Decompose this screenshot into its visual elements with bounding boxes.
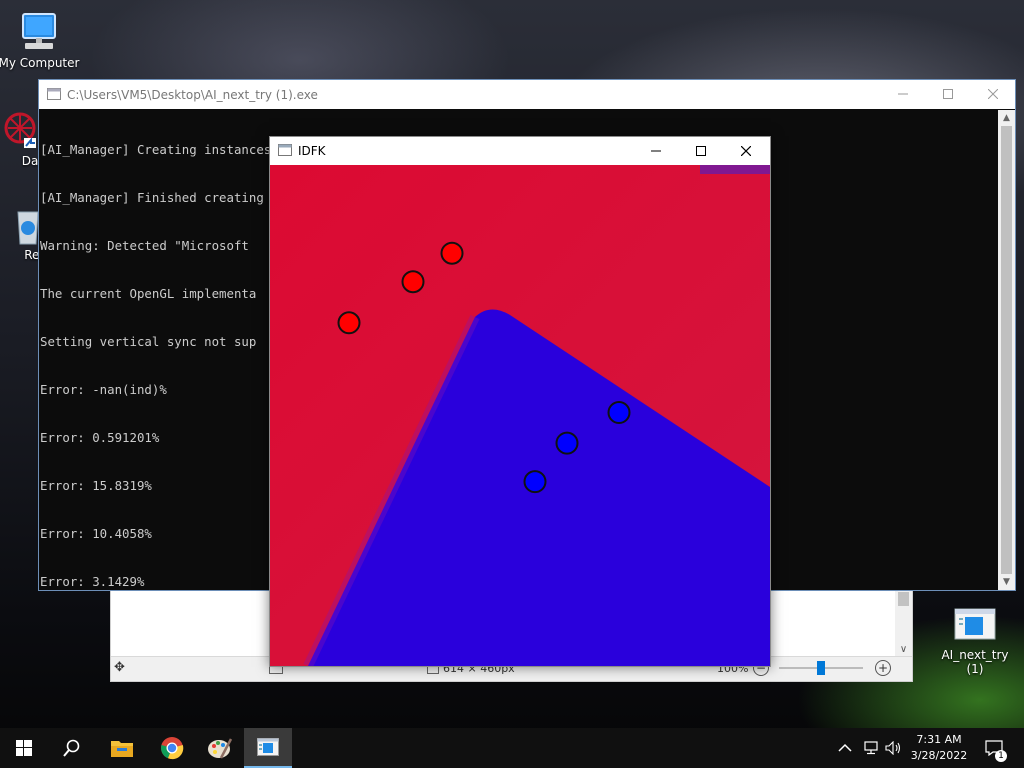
show-hidden-icons-button[interactable]: [838, 728, 852, 768]
network-icon: [864, 741, 878, 755]
clock-date: 3/28/2022: [910, 749, 968, 762]
taskbar: 7:31 AM 3/28/2022 1: [0, 728, 1024, 768]
windows-icon: [16, 740, 32, 756]
red-data-point: [440, 241, 464, 265]
close-icon: [740, 146, 751, 156]
idfk-titlebar[interactable]: IDFK: [270, 137, 770, 165]
speaker-icon: [885, 741, 901, 755]
blue-data-point: [555, 431, 579, 455]
top-edge-tint: [700, 165, 770, 174]
blue-data-point: [607, 401, 631, 424]
volume-button[interactable]: [885, 728, 903, 768]
start-button[interactable]: [0, 728, 48, 768]
scrollbar-thumb[interactable]: [898, 592, 909, 606]
desktop-icon-label: My Computer: [0, 56, 80, 70]
exe-icon: [954, 608, 996, 640]
idfk-title: IDFK: [298, 144, 326, 158]
maximize-icon: [942, 89, 953, 99]
action-center-button[interactable]: 1: [982, 728, 1007, 768]
maximize-icon: [695, 146, 706, 156]
desktop-icon-ai-next-try[interactable]: AI_next_try (1): [933, 606, 1017, 676]
datawarrior-icon: [4, 112, 36, 148]
console-minimize-button[interactable]: [880, 80, 925, 108]
idfk-minimize-button[interactable]: [633, 137, 678, 165]
desktop-icon-my-computer[interactable]: My Computer: [0, 10, 81, 70]
file-explorer-button[interactable]: [98, 728, 146, 768]
chrome-button[interactable]: [148, 728, 196, 768]
window-app-icon: [278, 144, 292, 156]
clock[interactable]: 7:31 AM 3/28/2022: [908, 728, 970, 768]
idfk-window[interactable]: IDFK: [269, 136, 771, 667]
paint-button[interactable]: [196, 728, 244, 768]
minimize-icon: [897, 93, 908, 95]
minimize-icon: [650, 150, 661, 152]
notification-badge: 1: [995, 750, 1007, 762]
red-data-point: [401, 270, 425, 294]
computer-icon: [22, 13, 56, 49]
chevron-up-icon: [838, 743, 852, 752]
console-scrollbar[interactable]: ▲ ▼: [998, 110, 1015, 590]
console-app-button[interactable]: [244, 728, 292, 768]
console-close-button[interactable]: [970, 80, 1015, 108]
console-app-icon: [257, 738, 279, 756]
scroll-down-icon[interactable]: ▼: [998, 574, 1015, 590]
clock-time: 7:31 AM: [916, 733, 962, 746]
paint-icon: [208, 738, 233, 759]
chrome-icon: [161, 737, 184, 760]
blue-data-point: [523, 470, 547, 494]
classification-canvas[interactable]: [270, 165, 770, 666]
zoom-slider-thumb[interactable]: [817, 661, 825, 675]
folder-icon: [111, 741, 133, 757]
scrollbar-thumb[interactable]: [1001, 126, 1012, 574]
console-maximize-button[interactable]: [925, 80, 970, 108]
zoom-slider[interactable]: [779, 661, 863, 675]
viewer-scrollbar[interactable]: ∨: [895, 590, 912, 657]
console-title: C:\Users\VM5\Desktop\AI_next_try (1).exe: [67, 87, 318, 102]
search-icon: [63, 739, 80, 757]
console-titlebar[interactable]: C:\Users\VM5\Desktop\AI_next_try (1).exe: [39, 80, 1015, 109]
console-app-icon: [47, 88, 61, 100]
search-button[interactable]: [48, 728, 96, 768]
idfk-maximize-button[interactable]: [678, 137, 723, 165]
zoom-in-icon[interactable]: +: [875, 660, 891, 676]
move-icon[interactable]: ✥: [114, 660, 125, 675]
scroll-up-icon[interactable]: ▲: [998, 110, 1015, 126]
network-button[interactable]: [862, 728, 880, 768]
red-data-point: [337, 311, 361, 335]
chevron-down-icon[interactable]: ∨: [895, 644, 912, 655]
desktop-icon-label: AI_next_try (1): [941, 648, 1009, 676]
idfk-close-button[interactable]: [723, 137, 768, 165]
close-icon: [987, 89, 998, 99]
